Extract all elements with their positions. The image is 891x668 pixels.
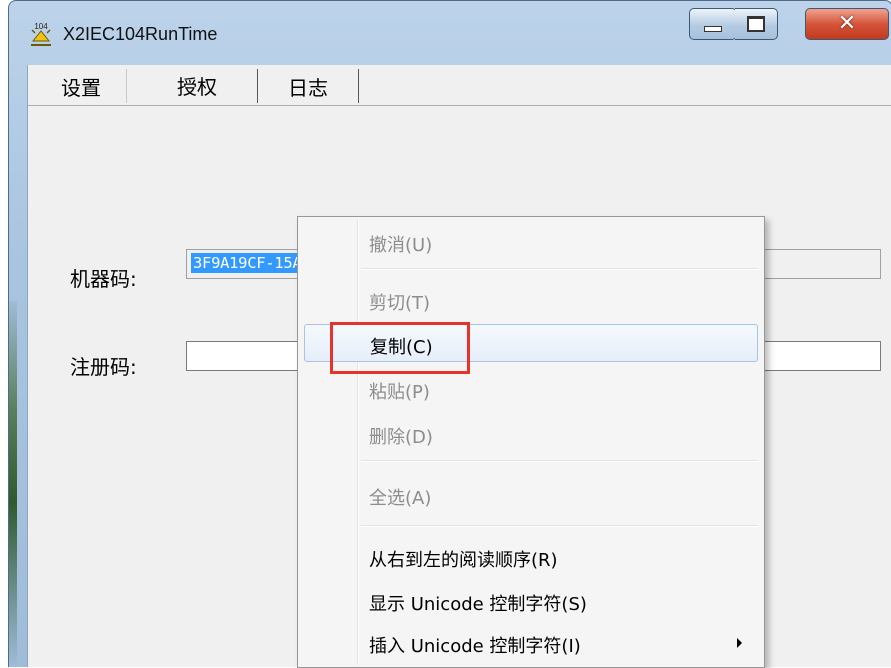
machine-code-label: 机器码:	[70, 267, 137, 291]
menu-item-cut[interactable]: 剪切(T)	[300, 281, 760, 319]
menu-item-show-unicode-control[interactable]: 显示 Unicode 控制字符(S)	[300, 582, 760, 620]
menu-item-undo[interactable]: 撤消(U)	[300, 223, 760, 261]
app-104-icon: 104	[31, 22, 51, 46]
svg-text:104: 104	[34, 22, 48, 31]
registration-code-label: 注册码:	[70, 355, 137, 379]
tab-divider	[28, 105, 891, 106]
menu-item-paste[interactable]: 粘贴(P)	[300, 370, 760, 408]
menu-separator	[361, 460, 758, 461]
menu-item-rtl-reading-order[interactable]: 从右到左的阅读顺序(R)	[300, 538, 760, 576]
title-bar[interactable]: 104 X2IEC104RunTime ✕	[9, 1, 891, 65]
menu-item-delete[interactable]: 删除(D)	[300, 415, 760, 453]
menu-separator	[361, 525, 758, 526]
close-button[interactable]: ✕	[805, 8, 889, 40]
tab-authorization[interactable]: 授权	[138, 65, 256, 105]
minimize-icon	[704, 26, 722, 32]
maximize-icon	[747, 16, 765, 32]
menu-item-insert-unicode-control[interactable]: 插入 Unicode 控制字符(I)	[300, 624, 760, 662]
maximize-button[interactable]	[735, 8, 778, 40]
close-icon: ✕	[837, 11, 857, 36]
annotation-highlight-box	[330, 322, 470, 374]
submenu-arrow-icon	[737, 638, 742, 648]
tab-strip: 设置 授权 日志	[28, 65, 368, 105]
menu-item-select-all[interactable]: 全选(A)	[300, 476, 760, 514]
tab-settings[interactable]: 设置	[36, 69, 127, 103]
window-title: X2IEC104RunTime	[63, 24, 218, 44]
tab-log[interactable]: 日志	[257, 69, 359, 103]
menu-separator	[361, 268, 758, 269]
context-menu: 撤消(U) 剪切(T) 复制(C) 粘贴(P) 删除(D) 全选(A) 从右到左…	[297, 216, 765, 668]
minimize-button[interactable]	[689, 8, 737, 40]
